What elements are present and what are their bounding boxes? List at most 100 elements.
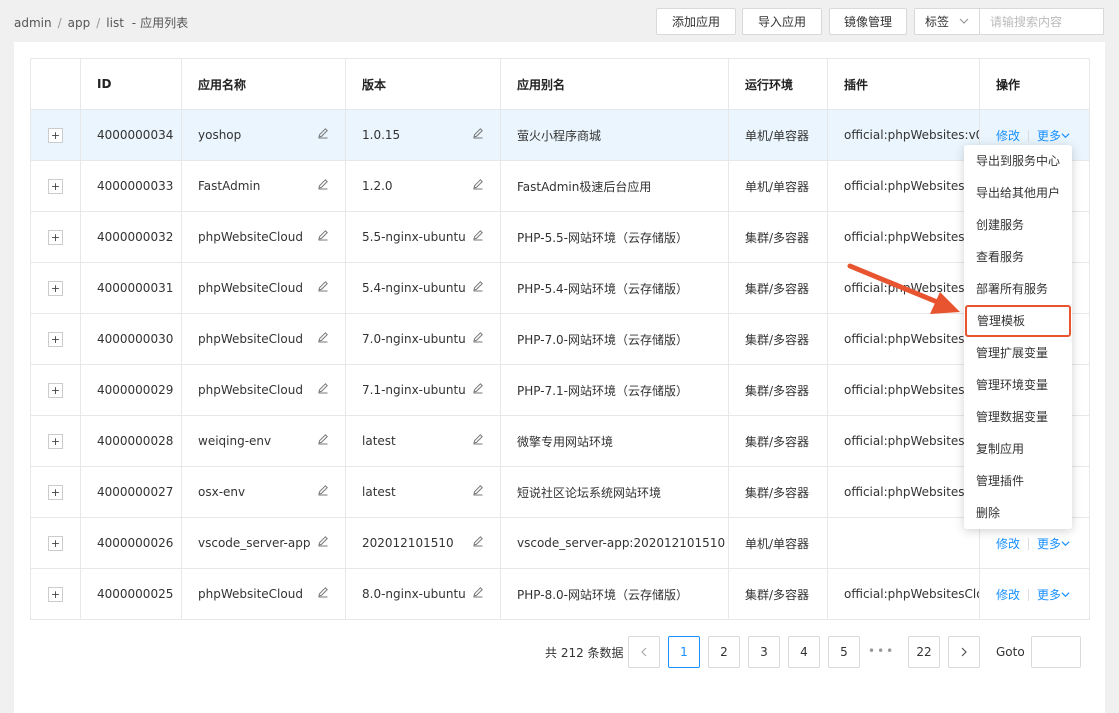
dropdown-item[interactable]: 删除: [964, 497, 1072, 529]
pagination-ellipsis[interactable]: •••: [868, 644, 895, 658]
dropdown-item[interactable]: 部署所有服务: [964, 273, 1072, 305]
add-app-button[interactable]: 添加应用: [656, 8, 736, 35]
edit-version-icon[interactable]: [472, 535, 484, 551]
edit-name-icon[interactable]: [317, 229, 329, 245]
app-name: phpWebsiteCloud: [198, 383, 303, 397]
edit-name-icon[interactable]: [317, 280, 329, 296]
dropdown-item[interactable]: 导出到服务中心: [964, 145, 1072, 177]
table-row[interactable]: +4000000028 weiqing-env latest 微擎专用网站环境 集群/多…: [30, 415, 1090, 467]
dropdown-item[interactable]: 创建服务: [964, 209, 1072, 241]
page-button-5[interactable]: 5: [828, 636, 860, 668]
expand-row-button[interactable]: +: [48, 229, 63, 245]
breadcrumb-item-admin[interactable]: admin: [14, 16, 52, 30]
edit-link[interactable]: 修改: [996, 129, 1020, 143]
cell-version: 202012101510: [345, 517, 501, 569]
dropdown-item[interactable]: 查看服务: [964, 241, 1072, 273]
table-row[interactable]: +4000000029 phpWebsiteCloud 7.1-nginx-ubun…: [30, 364, 1090, 416]
expand-row-button[interactable]: +: [48, 280, 63, 296]
expand-row-button[interactable]: +: [48, 484, 63, 500]
table-row[interactable]: +4000000032 phpWebsiteCloud 5.5-nginx-ubun…: [30, 211, 1090, 263]
edit-name-icon[interactable]: [317, 484, 329, 500]
expand-row-button[interactable]: +: [48, 331, 63, 347]
edit-version-icon[interactable]: [472, 229, 484, 245]
edit-name-icon[interactable]: [317, 535, 329, 551]
app-version: 7.0-nginx-ubuntu: [362, 332, 466, 346]
more-link[interactable]: 更多: [1037, 129, 1070, 143]
cell-plugin: official:phpWebsitesC: [827, 364, 980, 416]
table-row[interactable]: +4000000027 osx-env latest 短说社区论坛系统网站环境 集群/多…: [30, 466, 1090, 518]
cell-version: 7.0-nginx-ubuntu: [345, 313, 501, 365]
breadcrumb-item-list[interactable]: list: [106, 16, 124, 30]
dropdown-item[interactable]: 管理插件: [964, 465, 1072, 497]
page-button-4[interactable]: 4: [788, 636, 820, 668]
edit-version-icon[interactable]: [472, 382, 484, 398]
cell-plugin: official:phpWebsites:v0_: [827, 109, 980, 161]
cell-env: 集群/多容器: [728, 415, 828, 467]
edit-version-icon[interactable]: [472, 586, 484, 602]
edit-version-icon[interactable]: [472, 331, 484, 347]
edit-name-icon[interactable]: [317, 127, 329, 143]
expand-row-button[interactable]: +: [48, 535, 63, 551]
edit-link[interactable]: 修改: [996, 537, 1020, 551]
dropdown-item[interactable]: 管理数据变量: [964, 401, 1072, 433]
edit-name-icon[interactable]: [317, 331, 329, 347]
expand-row-button[interactable]: +: [48, 127, 63, 143]
cell-plugin: official:phpWebsitesC: [827, 211, 980, 263]
import-app-button[interactable]: 导入应用: [742, 8, 822, 35]
more-link[interactable]: 更多: [1037, 588, 1070, 602]
edit-name-icon[interactable]: [317, 433, 329, 449]
app-version: 202012101510: [362, 536, 454, 550]
app-name: phpWebsiteCloud: [198, 281, 303, 295]
edit-name-icon[interactable]: [317, 382, 329, 398]
prev-page-button[interactable]: [628, 636, 660, 668]
dropdown-item[interactable]: 复制应用: [964, 433, 1072, 465]
page-button-last[interactable]: 22: [908, 636, 940, 668]
breadcrumb-item-app[interactable]: app: [68, 16, 91, 30]
dropdown-item[interactable]: 管理模板: [965, 305, 1071, 337]
edit-version-icon[interactable]: [472, 433, 484, 449]
pagination-total: 共 212 条数据: [545, 646, 624, 660]
header-expand: [30, 58, 81, 110]
dropdown-item[interactable]: 导出给其他用户: [964, 177, 1072, 209]
header-id: ID: [80, 58, 182, 110]
app-name: phpWebsiteCloud: [198, 230, 303, 244]
goto-page-input[interactable]: [1031, 636, 1081, 668]
page-button-3[interactable]: 3: [748, 636, 780, 668]
table-row[interactable]: +4000000026 vscode_server-app 202012101510…: [30, 517, 1090, 569]
image-manage-button[interactable]: 镜像管理: [829, 8, 907, 35]
chevron-down-icon: [1061, 537, 1070, 551]
page-button-1[interactable]: 1: [668, 636, 700, 668]
tag-select[interactable]: 标签: [914, 8, 980, 35]
expand-row-button[interactable]: +: [48, 586, 63, 602]
edit-version-icon[interactable]: [472, 127, 484, 143]
expand-cell: +: [30, 211, 81, 263]
edit-version-icon[interactable]: [472, 178, 484, 194]
cell-version: 1.0.15: [345, 109, 501, 161]
next-page-button[interactable]: [948, 636, 980, 668]
expand-row-button[interactable]: +: [48, 382, 63, 398]
expand-row-button[interactable]: +: [48, 433, 63, 449]
table-row[interactable]: +4000000034 yoshop 1.0.15 萤火小程序商城 单机/单容器 offi…: [30, 109, 1090, 161]
edit-name-icon[interactable]: [317, 178, 329, 194]
more-link[interactable]: 更多: [1037, 537, 1070, 551]
edit-name-icon[interactable]: [317, 586, 329, 602]
expand-cell: +: [30, 415, 81, 467]
expand-cell: +: [30, 466, 81, 518]
cell-name: phpWebsiteCloud: [181, 568, 346, 620]
edit-link[interactable]: 修改: [996, 588, 1020, 602]
page-title: 应用列表: [140, 16, 189, 30]
edit-version-icon[interactable]: [472, 484, 484, 500]
table-row[interactable]: +4000000033 FastAdmin 1.2.0 FastAdmin极速后台应用…: [30, 160, 1090, 212]
page-button-2[interactable]: 2: [708, 636, 740, 668]
cell-id: 4000000029: [80, 364, 182, 416]
cell-id: 4000000030: [80, 313, 182, 365]
expand-row-button[interactable]: +: [48, 178, 63, 194]
expand-cell: +: [30, 109, 81, 161]
cell-alias: vscode_server-app:202012101510: [500, 517, 729, 569]
cell-version: 7.1-nginx-ubuntu: [345, 364, 501, 416]
search-input[interactable]: [980, 8, 1104, 35]
table-row[interactable]: +4000000025 phpWebsiteCloud 8.0-nginx-ubun…: [30, 568, 1090, 620]
dropdown-item[interactable]: 管理环境变量: [964, 369, 1072, 401]
dropdown-item[interactable]: 管理扩展变量: [964, 337, 1072, 369]
edit-version-icon[interactable]: [472, 280, 484, 296]
